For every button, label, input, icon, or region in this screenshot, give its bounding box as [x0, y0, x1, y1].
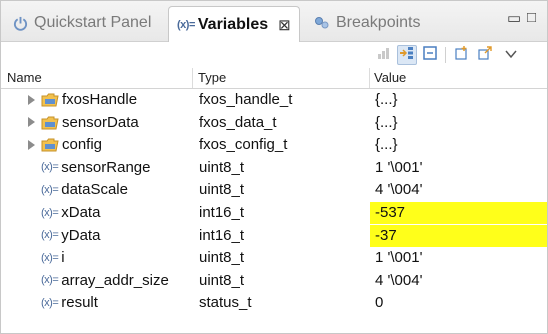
- variable-type: fxos_config_t: [199, 136, 288, 154]
- export-button[interactable]: [475, 45, 495, 65]
- variable-value[interactable]: -37: [375, 227, 397, 244]
- table-row[interactable]: (x)= dataScale uint8_t 4 '\004': [1, 179, 547, 201]
- show-logical-structure-icon: [399, 45, 415, 66]
- variable-value[interactable]: 1 '\001': [375, 159, 422, 176]
- cell-name: config: [28, 136, 102, 153]
- variable-value[interactable]: 0: [375, 294, 383, 311]
- table-header: Name Type Value: [1, 68, 547, 89]
- variable-name: i: [61, 249, 65, 267]
- variable-icon: (x)=: [41, 206, 59, 219]
- cell-name: (x)= dataScale: [28, 181, 128, 198]
- variable-type: uint8_t: [199, 158, 245, 176]
- variable-value[interactable]: 4 '\004': [375, 272, 422, 289]
- column-divider[interactable]: [192, 68, 193, 88]
- variable-icon: (x)=: [41, 251, 59, 264]
- variable-name: yData: [61, 226, 101, 244]
- variable-value[interactable]: 1 '\001': [375, 249, 422, 266]
- variable-icon: (x)=: [41, 229, 59, 242]
- tab-label: Breakpoints: [336, 14, 421, 31]
- table-row[interactable]: (x)= sensorRange uint8_t 1 '\001': [1, 157, 547, 179]
- variable-icon: (x)=: [41, 183, 59, 196]
- tab-variables[interactable]: (x)= Variables ⊠: [168, 6, 300, 42]
- variable-type: uint8_t: [199, 271, 245, 289]
- cell-name: (x)= yData: [28, 227, 100, 244]
- tab-bar: Quickstart Panel (x)= Variables ⊠ Breakp…: [1, 1, 547, 42]
- variable-type: status_t: [199, 294, 252, 312]
- tab-quickstart-panel[interactable]: Quickstart Panel: [13, 7, 151, 39]
- view-menu-icon: [505, 46, 517, 64]
- variables-view: Quickstart Panel (x)= Variables ⊠ Breakp…: [0, 0, 548, 334]
- view-menu-button[interactable]: [501, 45, 521, 65]
- variable-type: fxos_data_t: [199, 113, 277, 131]
- variable-value[interactable]: {...}: [375, 114, 398, 131]
- cell-name: (x)= sensorRange: [28, 159, 150, 176]
- variable-type: int16_t: [199, 204, 245, 221]
- struct-icon: [41, 92, 59, 107]
- table-row[interactable]: sensorData fxos_data_t {...}: [1, 112, 547, 134]
- show-logical-structure-button[interactable]: [397, 45, 417, 65]
- column-header-value[interactable]: Value: [374, 70, 406, 85]
- table-row[interactable]: (x)= i uint8_t 1 '\001': [1, 247, 547, 269]
- variable-type: uint8_t: [199, 181, 245, 199]
- variable-name: dataScale: [61, 181, 128, 199]
- cell-name: (x)= xData: [28, 204, 100, 221]
- expand-arrow-icon[interactable]: [28, 94, 35, 105]
- cell-name: (x)= i: [28, 249, 65, 266]
- variable-name: xData: [61, 204, 101, 221]
- cell-name: fxosHandle: [28, 91, 137, 108]
- column-header-name[interactable]: Name: [7, 70, 42, 85]
- power-icon: [13, 16, 28, 31]
- new-expression-icon: [454, 45, 470, 66]
- close-icon[interactable]: ⊠: [278, 16, 291, 34]
- variable-type: uint8_t: [199, 249, 245, 267]
- variable-value[interactable]: -537: [375, 204, 405, 221]
- export-icon: [477, 45, 493, 66]
- expand-arrow-icon[interactable]: [28, 139, 35, 150]
- collapse-all-icon: [422, 45, 438, 66]
- variable-type: int16_t: [199, 226, 245, 244]
- tab-label: Variables: [197, 15, 269, 33]
- variable-value[interactable]: {...}: [375, 136, 398, 153]
- variable-value[interactable]: {...}: [375, 91, 398, 108]
- table-row[interactable]: fxosHandle fxos_handle_t {...}: [1, 89, 547, 111]
- variable-name: array_addr_size: [61, 271, 169, 289]
- cell-name: sensorData: [28, 114, 139, 131]
- variable-name: result: [61, 294, 98, 312]
- variable-name: sensorRange: [61, 158, 151, 176]
- expand-arrow-icon[interactable]: [28, 117, 35, 128]
- tab-label: Quickstart Panel: [34, 14, 152, 31]
- struct-icon: [41, 115, 59, 130]
- variable-name: config: [62, 136, 103, 154]
- variable-name: fxosHandle: [62, 91, 138, 108]
- breakpoints-icon: [314, 16, 330, 30]
- variable-icon: (x)=: [41, 161, 59, 174]
- toolbar: [1, 42, 547, 68]
- variable-type: fxos_handle_t: [199, 91, 293, 108]
- table-row[interactable]: (x)= xData int16_t -537: [1, 202, 547, 224]
- variables-icon: (x)=: [177, 18, 195, 31]
- cell-name: (x)= result: [28, 294, 98, 311]
- show-type-names-button[interactable]: [374, 45, 394, 65]
- new-expression-button[interactable]: [452, 45, 472, 65]
- minimize-button[interactable]: ▭: [507, 9, 521, 27]
- table-row[interactable]: (x)= array_addr_size uint8_t 4 '\004': [1, 270, 547, 292]
- show-type-names-icon: [376, 45, 392, 66]
- toolbar-separator: [445, 47, 446, 63]
- table-row[interactable]: (x)= result status_t 0: [1, 292, 547, 314]
- table-row[interactable]: (x)= yData int16_t -37: [1, 224, 547, 247]
- variable-icon: (x)=: [41, 296, 59, 309]
- variable-name: sensorData: [62, 113, 139, 131]
- column-divider[interactable]: [369, 68, 370, 88]
- tab-breakpoints[interactable]: Breakpoints: [314, 7, 421, 39]
- cell-name: (x)= array_addr_size: [28, 272, 169, 289]
- table-row[interactable]: config fxos_config_t {...}: [1, 134, 547, 156]
- variable-value[interactable]: 4 '\004': [375, 181, 422, 198]
- collapse-all-button[interactable]: [420, 45, 440, 65]
- maximize-button[interactable]: □: [527, 9, 536, 26]
- column-header-type[interactable]: Type: [198, 70, 226, 85]
- variable-icon: (x)=: [41, 274, 59, 287]
- struct-icon: [41, 137, 59, 152]
